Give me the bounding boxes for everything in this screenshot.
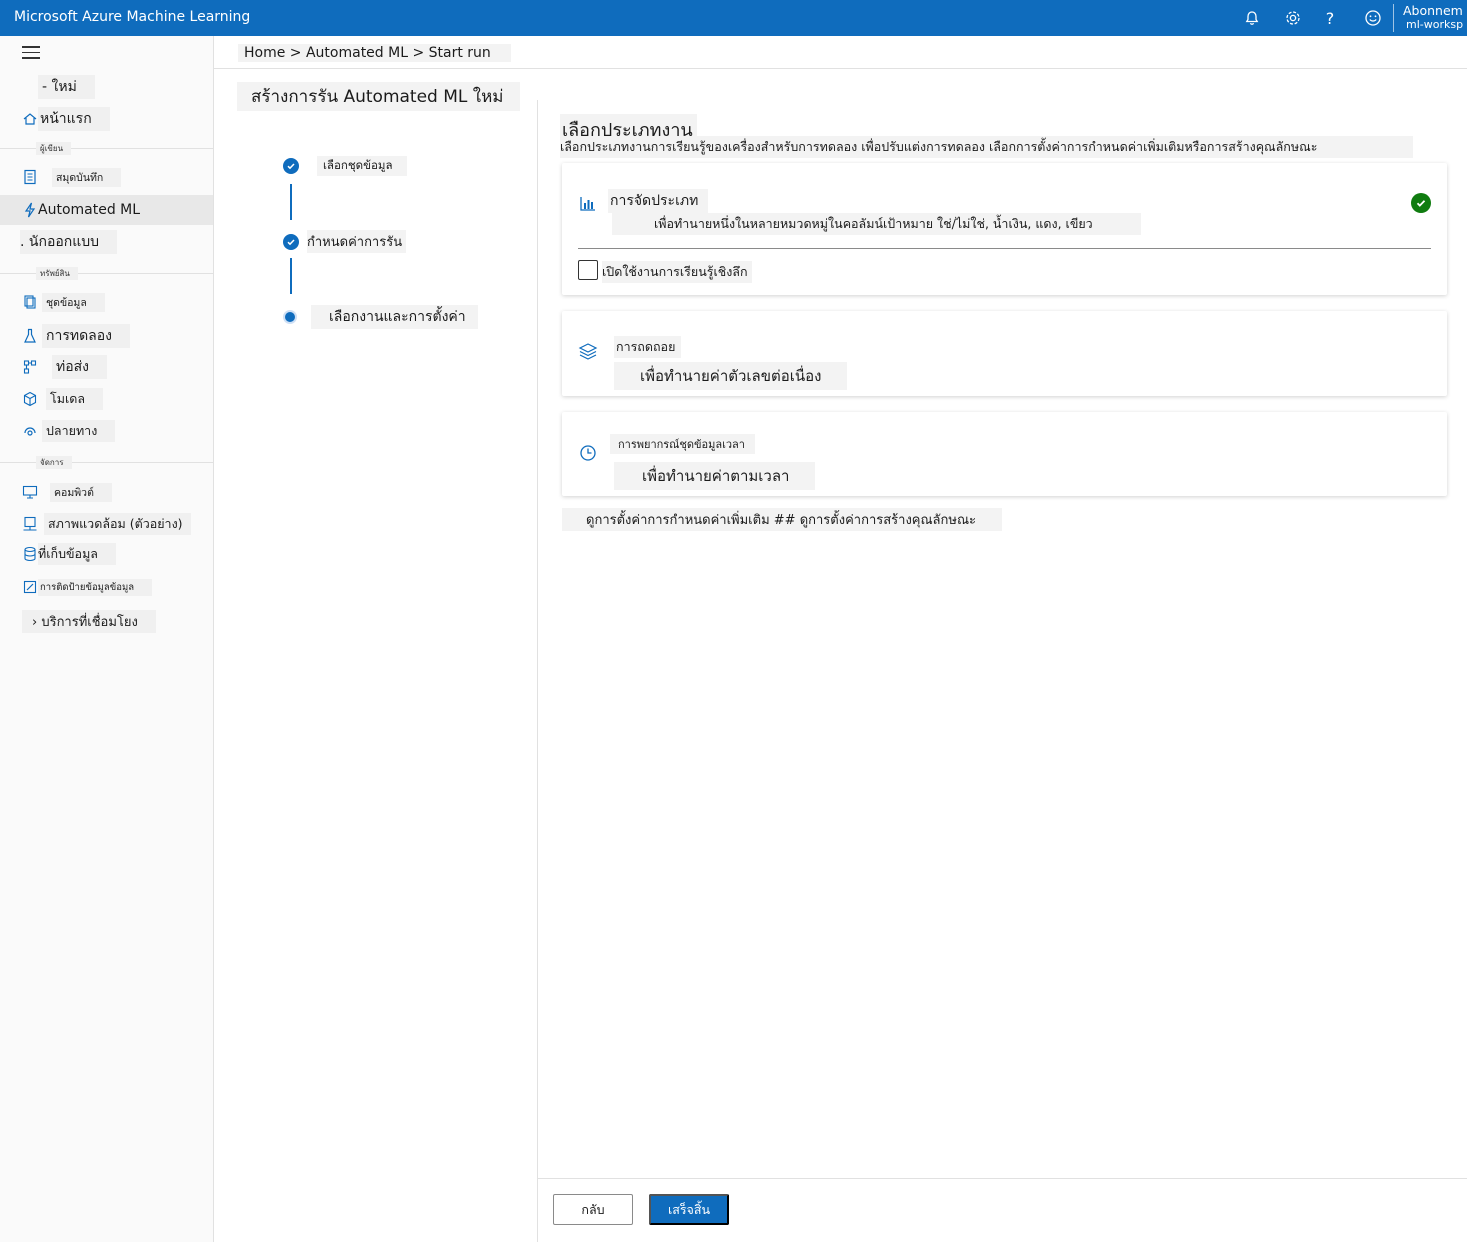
edit-icon: [22, 579, 38, 595]
sidebar-item-label: สมุดบันทึก: [52, 167, 122, 187]
sidebar-item-label: ท่อส่ง: [52, 355, 108, 379]
check-icon: [283, 233, 299, 250]
sidebar-item-pipelines[interactable]: ท่อส่ง: [0, 352, 213, 382]
sidebar-item-label: Automated ML: [38, 202, 141, 218]
sidebar-item-environments[interactable]: สภาพแวดล้อม (ตัวอย่าง): [0, 509, 213, 539]
header-divider: [214, 68, 1467, 69]
task-card-regression[interactable]: การถดถอย เพื่อทำนายค่าตัวเลขต่อเนื่อง: [562, 311, 1447, 396]
clock-icon: [578, 443, 598, 463]
sidebar-item-label: - ใหม่: [38, 75, 95, 99]
sidebar-item-automated-ml[interactable]: Automated ML: [0, 195, 213, 225]
sidebar-item-label: ชุดข้อมูล: [42, 292, 105, 312]
pipeline-icon: [22, 359, 38, 375]
finish-button[interactable]: เสร็จสิ้น: [649, 1194, 729, 1225]
back-button[interactable]: กลับ: [553, 1194, 633, 1225]
card-title: การพยากรณ์ชุดข้อมูลเวลา: [610, 434, 755, 454]
topbar-divider: [1393, 4, 1394, 32]
more-settings-links[interactable]: ดูการตั้งค่าการกำหนดค่าเพิ่มเติม ## ดูกา…: [562, 508, 1002, 531]
sidebar-item-label: ที่เก็บข้อมูล: [38, 543, 116, 565]
sidebar-item-compute[interactable]: คอมพิวต์: [0, 477, 213, 507]
card-title: การถดถอย: [614, 336, 682, 358]
sidebar-item-data-labeling[interactable]: การติดป้ายข้อมูลข้อมูล: [0, 572, 213, 602]
endpoint-icon: [22, 423, 38, 439]
monitor-icon: [22, 484, 38, 500]
task-card-forecasting[interactable]: การพยากรณ์ชุดข้อมูลเวลา เพื่อทำนายค่าตาม…: [562, 412, 1447, 496]
home-icon: [22, 111, 38, 127]
sidebar-item-label: คอมพิวต์: [50, 482, 112, 502]
lightning-icon: [22, 202, 38, 218]
section-description: เลือกประเภทงานการเรียนรู้ของเครื่องสำหรั…: [560, 136, 1414, 158]
sidebar-item-new[interactable]: - ใหม่: [0, 72, 213, 102]
account-menu[interactable]: Abonnem ml-worksp: [1403, 4, 1467, 32]
dataset-icon: [22, 294, 38, 310]
card-description: เพื่อทำนายหนึ่งในหลายหมวดหมู่ในคอลัมน์เป…: [612, 213, 1141, 235]
current-step-dot: [283, 310, 297, 324]
sidebar-item-label: ปลายทาง: [42, 420, 116, 442]
sidebar-item-endpoints[interactable]: ปลายทาง: [0, 416, 213, 446]
app-title[interactable]: Microsoft Azure Machine Learning: [14, 9, 250, 25]
sidebar-item-experiments[interactable]: การทดลอง: [0, 321, 213, 351]
sidebar: - ใหม่ หน้าแรก ผู้เขียน สมุดบันทึก Autom…: [0, 36, 214, 1242]
help-icon[interactable]: ?: [1318, 6, 1342, 30]
svg-text:?: ?: [1326, 9, 1335, 27]
selected-check-icon: [1411, 193, 1431, 213]
step-label: กำหนดค่าการรัน: [307, 230, 407, 253]
flask-icon: [22, 328, 38, 344]
page-title: สร้างการรัน Automated ML ใหม่: [237, 82, 520, 111]
workspace-name: ml-worksp: [1406, 18, 1464, 31]
sidebar-item-home[interactable]: หน้าแรก: [0, 104, 213, 134]
card-description: เพื่อทำนายค่าตามเวลา: [614, 462, 816, 490]
card-description: เพื่อทำนายค่าตัวเลขต่อเนื่อง: [614, 362, 848, 390]
bar-chart-icon: [578, 193, 598, 213]
gear-icon[interactable]: [1281, 6, 1305, 30]
step-connector: [290, 258, 292, 294]
step-label: เลือกชุดข้อมูล: [317, 156, 407, 176]
sidebar-item-designer[interactable]: . นักออกแบบ: [0, 227, 213, 257]
sidebar-item-label: โมเดล: [46, 388, 104, 410]
step-configure-run[interactable]: กำหนดค่าการรัน: [283, 230, 407, 253]
database-icon: [22, 546, 38, 562]
deep-learning-checkbox[interactable]: [578, 260, 598, 280]
sidebar-item-linked-services[interactable]: › บริการที่เชื่อมโยง: [0, 606, 213, 636]
account-name: Abonnem: [1403, 4, 1463, 18]
breadcrumb[interactable]: Home > Automated ML > Start run: [238, 44, 511, 62]
step-task-settings[interactable]: เลือกงานและการตั้งค่า: [283, 305, 478, 329]
content-divider: [537, 100, 538, 1242]
sidebar-item-label: . นักออกแบบ: [20, 230, 118, 254]
card-divider: [578, 248, 1431, 249]
check-icon: [283, 158, 299, 174]
sidebar-item-datastores[interactable]: ที่เก็บข้อมูล: [0, 539, 213, 569]
sidebar-item-label: การทดลอง: [42, 324, 131, 348]
environment-icon: [22, 516, 38, 532]
plus-icon: [22, 79, 38, 95]
smiley-icon[interactable]: [1361, 6, 1385, 30]
sidebar-item-label: สภาพแวดล้อม (ตัวอย่าง): [44, 513, 191, 535]
step-label: เลือกงานและการตั้งค่า: [311, 305, 478, 329]
sidebar-item-datasets[interactable]: ชุดข้อมูล: [0, 287, 213, 317]
section-assets: ทรัพย์สิน: [0, 267, 213, 280]
card-title: การจัดประเภท: [608, 189, 709, 213]
sidebar-item-models[interactable]: โมเดล: [0, 384, 213, 414]
section-manage: จัดการ: [0, 456, 213, 469]
step-select-dataset[interactable]: เลือกชุดข้อมูล: [283, 156, 407, 176]
bell-icon[interactable]: [1240, 6, 1264, 30]
notebook-icon: [22, 169, 38, 185]
sidebar-item-label: การติดป้ายข้อมูลข้อมูล: [38, 578, 153, 596]
task-card-classification[interactable]: การจัดประเภท เพื่อทำนายหนึ่งในหลายหมวดหม…: [562, 163, 1447, 295]
footer-divider: [538, 1178, 1467, 1179]
section-author: ผู้เขียน: [0, 142, 213, 155]
hamburger-icon[interactable]: [22, 46, 40, 60]
sidebar-item-label: หน้าแรก: [38, 107, 110, 131]
sidebar-item-notebooks[interactable]: สมุดบันทึก: [0, 162, 213, 192]
deep-learning-label: เปิดใช้งานการเรียนรู้เชิงลึก: [602, 261, 752, 283]
step-connector: [290, 184, 292, 220]
cube-icon: [22, 391, 38, 407]
sidebar-item-label: › บริการที่เชื่อมโยง: [22, 609, 156, 633]
layers-icon: [578, 341, 598, 361]
top-bar: Microsoft Azure Machine Learning ? Abonn…: [0, 0, 1467, 36]
